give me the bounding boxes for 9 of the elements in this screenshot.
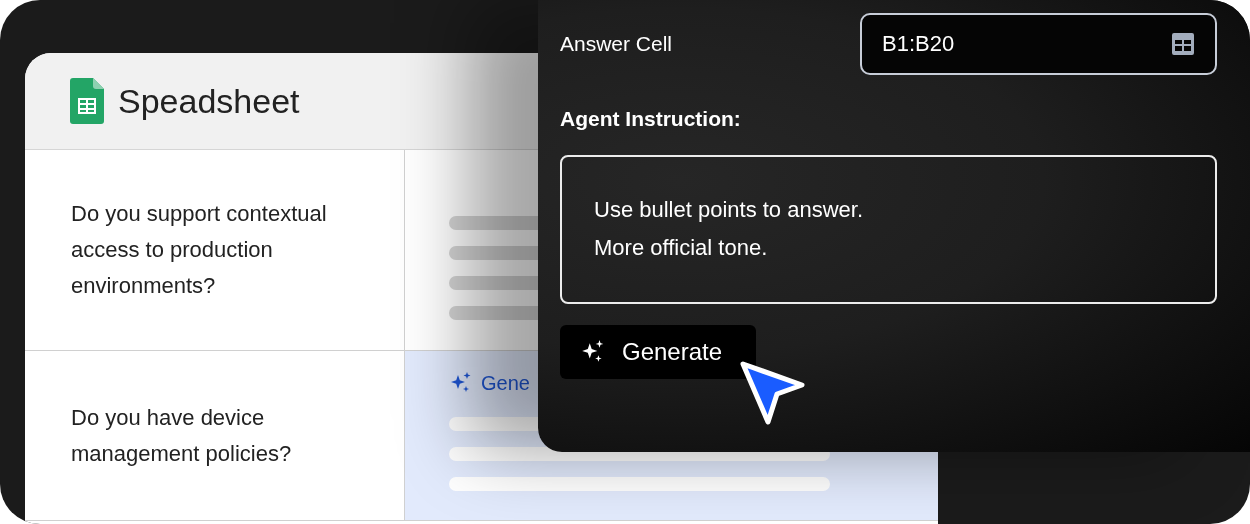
field-label: Answer Cell: [560, 32, 673, 56]
table-icon: [1171, 32, 1195, 56]
generate-button[interactable]: Generate: [560, 325, 756, 379]
spreadsheet-icon: [70, 78, 104, 124]
section-label: Agent Instruction:: [560, 107, 741, 130]
instruction-field[interactable]: Use bullet points to answer. More official tone.: [560, 155, 1217, 304]
answer-cell-field[interactable]: B1:B20: [860, 13, 1217, 75]
cell-action-link[interactable]: Gene: [481, 371, 530, 395]
sheet-title: Speadsheet: [118, 81, 300, 121]
